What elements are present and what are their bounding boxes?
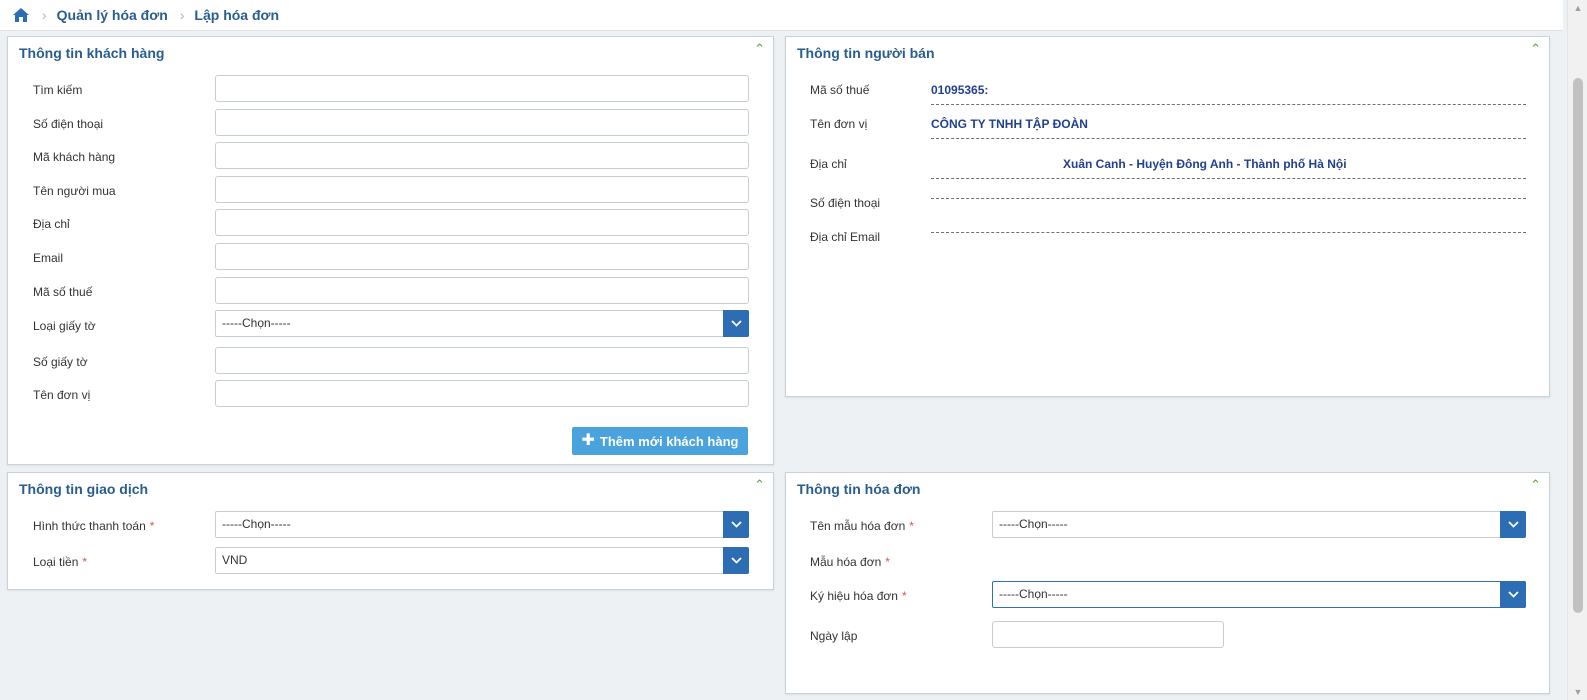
template-name-label: Tên mẫu hóa đơn * [810, 519, 914, 533]
breadcrumb: › Quản lý hóa đơn › Lập hóa đơn [0, 0, 1563, 31]
transaction-info-panel: Thông tin giao dịch ⌃ Hình thức thanh to… [7, 472, 774, 590]
divider [931, 198, 1526, 199]
chevron-up-icon[interactable]: ⌃ [754, 41, 765, 57]
email-label: Email [33, 251, 64, 265]
doc-type-select[interactable]: -----Chọn----- [215, 310, 749, 337]
seller-email-label: Địa chỉ Email [810, 230, 881, 244]
payment-method-value: -----Chọn----- [222, 517, 291, 531]
scroll-down-icon[interactable]: ▼ [1568, 684, 1587, 700]
address-input[interactable] [215, 209, 749, 236]
required-mark: * [149, 519, 155, 533]
issue-date-input[interactable] [992, 621, 1224, 648]
required-mark: * [901, 589, 907, 603]
email-input[interactable] [215, 243, 749, 270]
buyer-name-label: Tên người mua [33, 184, 116, 198]
chevron-down-icon[interactable] [723, 547, 749, 574]
payment-method-select[interactable]: -----Chọn----- [215, 511, 749, 538]
panel-title: Thông tin hóa đơn [797, 481, 921, 497]
invoice-template-text: Mẫu hóa đơn [810, 555, 882, 569]
invoice-symbol-label: Ký hiệu hóa đơn * [810, 589, 907, 603]
customer-code-label: Mã khách hàng [33, 150, 116, 164]
divider [931, 138, 1526, 139]
template-name-value: -----Chọn----- [999, 517, 1068, 531]
address-label: Địa chỉ [33, 217, 70, 231]
divider [931, 178, 1526, 179]
doc-number-label: Số giấy tờ [33, 355, 88, 369]
add-customer-label: Thêm mới khách hàng [599, 433, 739, 449]
required-mark: * [885, 555, 890, 569]
scroll-up-icon[interactable]: ▲ [1568, 0, 1587, 16]
invoice-template-label: Mẫu hóa đơn * [810, 555, 890, 569]
unit-name-label: Tên đơn vị [33, 388, 91, 402]
customer-info-panel: Thông tin khách hàng ⌃ Tìm kiếm Số điện … [7, 36, 774, 465]
chevron-down-icon[interactable] [1500, 581, 1526, 608]
seller-address-value: Xuân Canh - Huyện Đông Anh - Thành phố H… [1063, 157, 1347, 171]
chevron-up-icon[interactable]: ⌃ [754, 477, 765, 493]
chevron-down-icon[interactable] [723, 310, 749, 337]
breadcrumb-create-invoice: Lập hóa đơn [194, 7, 280, 23]
invoice-symbol-text: Ký hiệu hóa đơn [810, 589, 898, 603]
tax-code-input[interactable] [215, 277, 749, 304]
plus-icon: ✚ [581, 432, 595, 449]
phone-label: Số điện thoại [33, 117, 104, 131]
seller-tax-label: Mã số thuế [810, 83, 870, 97]
currency-select[interactable]: VND [215, 547, 749, 574]
breadcrumb-invoice-management[interactable]: Quản lý hóa đơn [57, 7, 168, 23]
currency-text: Loại tiền [33, 555, 79, 569]
invoice-info-panel: Thông tin hóa đơn ⌃ Tên mẫu hóa đơn * ---… [785, 472, 1550, 694]
template-name-select[interactable]: -----Chọn----- [992, 511, 1526, 538]
unit-name-input[interactable] [215, 380, 749, 407]
chevron-down-icon[interactable] [1500, 511, 1526, 538]
doc-type-label: Loại giấy tờ [33, 319, 96, 333]
issue-date-label: Ngày lập [810, 629, 858, 643]
divider [931, 232, 1526, 233]
doc-number-input[interactable] [215, 347, 749, 374]
payment-method-text: Hình thức thanh toán [33, 519, 146, 533]
seller-address-label: Địa chỉ [810, 157, 847, 171]
required-mark: * [82, 555, 88, 569]
phone-input[interactable] [215, 109, 749, 136]
divider [931, 104, 1526, 105]
chevron-right-icon: › [179, 7, 185, 23]
seller-unit-label: Tên đơn vị [810, 117, 868, 131]
buyer-name-input[interactable] [215, 176, 749, 203]
currency-value: VND [222, 553, 248, 567]
currency-label: Loại tiền * [33, 555, 87, 569]
chevron-up-icon[interactable]: ⌃ [1530, 41, 1541, 57]
scrollbar[interactable]: ▲ ▼ [1567, 0, 1587, 700]
seller-unit-value: CÔNG TY TNHH TẬP ĐOÀN [931, 117, 1088, 131]
chevron-up-icon[interactable]: ⌃ [1530, 477, 1541, 493]
payment-method-label: Hình thức thanh toán * [33, 519, 154, 533]
template-name-text: Tên mẫu hóa đơn [810, 519, 906, 533]
home-icon[interactable] [12, 7, 30, 23]
customer-code-input[interactable] [215, 142, 749, 169]
chevron-right-icon: › [42, 7, 47, 23]
panel-title: Thông tin người bán [797, 45, 935, 61]
add-customer-button[interactable]: ✚ Thêm mới khách hàng [572, 427, 748, 455]
tax-code-label: Mã số thuế [33, 285, 93, 299]
scroll-thumb[interactable] [1573, 78, 1583, 613]
panel-title: Thông tin khách hàng [19, 45, 165, 61]
invoice-symbol-value: -----Chọn----- [999, 587, 1068, 601]
invoice-symbol-select[interactable]: -----Chọn----- [992, 581, 1526, 608]
doc-type-value: -----Chọn----- [222, 316, 291, 330]
chevron-down-icon[interactable] [723, 511, 749, 538]
required-mark: * [909, 519, 914, 533]
search-label: Tìm kiếm [33, 83, 83, 97]
seller-phone-label: Số điện thoại [810, 196, 881, 210]
seller-tax-value: 01095365: [931, 83, 989, 97]
search-input[interactable] [215, 75, 749, 102]
seller-info-panel: Thông tin người bán ⌃ Mã số thuế 0109536… [785, 36, 1550, 397]
panel-title: Thông tin giao dịch [19, 481, 149, 497]
